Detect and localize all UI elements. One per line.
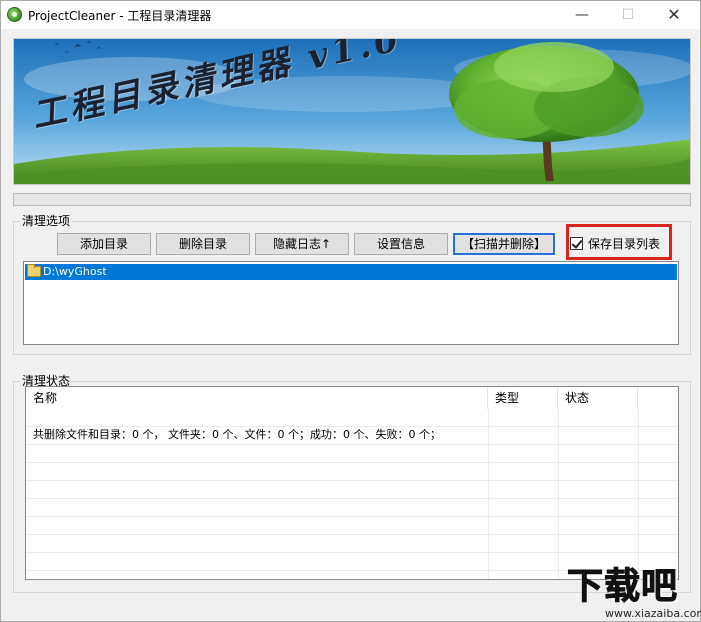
close-button[interactable]: ✕ bbox=[651, 1, 697, 29]
title-bar: ProjectCleaner - 工程目录清理器 — ☐ ✕ bbox=[1, 1, 700, 29]
app-window: ProjectCleaner - 工程目录清理器 — ☐ ✕ 工程目录清理器 v… bbox=[0, 0, 701, 622]
site-watermark: 下载吧 www.xiazaiba.com bbox=[566, 566, 701, 622]
table-row bbox=[26, 409, 678, 427]
add-directory-button[interactable]: 添加目录 bbox=[57, 233, 151, 255]
highlight-box bbox=[566, 224, 672, 260]
column-header-name[interactable]: 名称 bbox=[26, 387, 488, 409]
table-row bbox=[26, 517, 678, 535]
settings-button[interactable]: 设置信息 bbox=[354, 233, 448, 255]
minimize-button[interactable]: — bbox=[559, 1, 605, 29]
column-header-state[interactable]: 状态 bbox=[558, 387, 638, 409]
hide-log-button[interactable]: 隐藏日志↑ bbox=[255, 233, 349, 255]
directory-path: D:\wyGhost bbox=[43, 265, 107, 278]
table-row bbox=[26, 499, 678, 517]
app-icon bbox=[7, 7, 22, 22]
maximize-button[interactable]: ☐ bbox=[605, 1, 651, 29]
directory-list-item[interactable]: D:\wyGhost bbox=[25, 264, 677, 280]
table-row bbox=[26, 463, 678, 481]
table-row bbox=[26, 445, 678, 463]
directory-list[interactable]: D:\wyGhost bbox=[23, 261, 679, 345]
banner-image: 工程目录清理器 v1.0 bbox=[13, 38, 691, 185]
column-header-type[interactable]: 类型 bbox=[488, 387, 558, 409]
progress-bar bbox=[13, 193, 691, 206]
folder-icon bbox=[27, 264, 41, 277]
watermark-logo: 下载吧 bbox=[566, 566, 679, 607]
delete-directory-button[interactable]: 删除目录 bbox=[156, 233, 250, 255]
watermark-url: www.xiazaiba.com bbox=[605, 607, 701, 620]
scan-and-delete-button[interactable]: 【扫描并删除】 bbox=[453, 233, 555, 255]
table-row bbox=[26, 481, 678, 499]
summary-text: 共删除文件和目录：0 个， 文件夹：0 个、文件：0 个；成功：0 个、失败：0… bbox=[33, 428, 441, 441]
clean-options-label: 清理选项 bbox=[20, 214, 73, 228]
window-title: ProjectCleaner - 工程目录清理器 bbox=[28, 9, 212, 23]
status-table[interactable]: 名称 类型 状态 共删除文件和目录：0 个， 文件夹：0 个、文件：0 个；成功… bbox=[25, 386, 679, 580]
table-row bbox=[26, 535, 678, 553]
